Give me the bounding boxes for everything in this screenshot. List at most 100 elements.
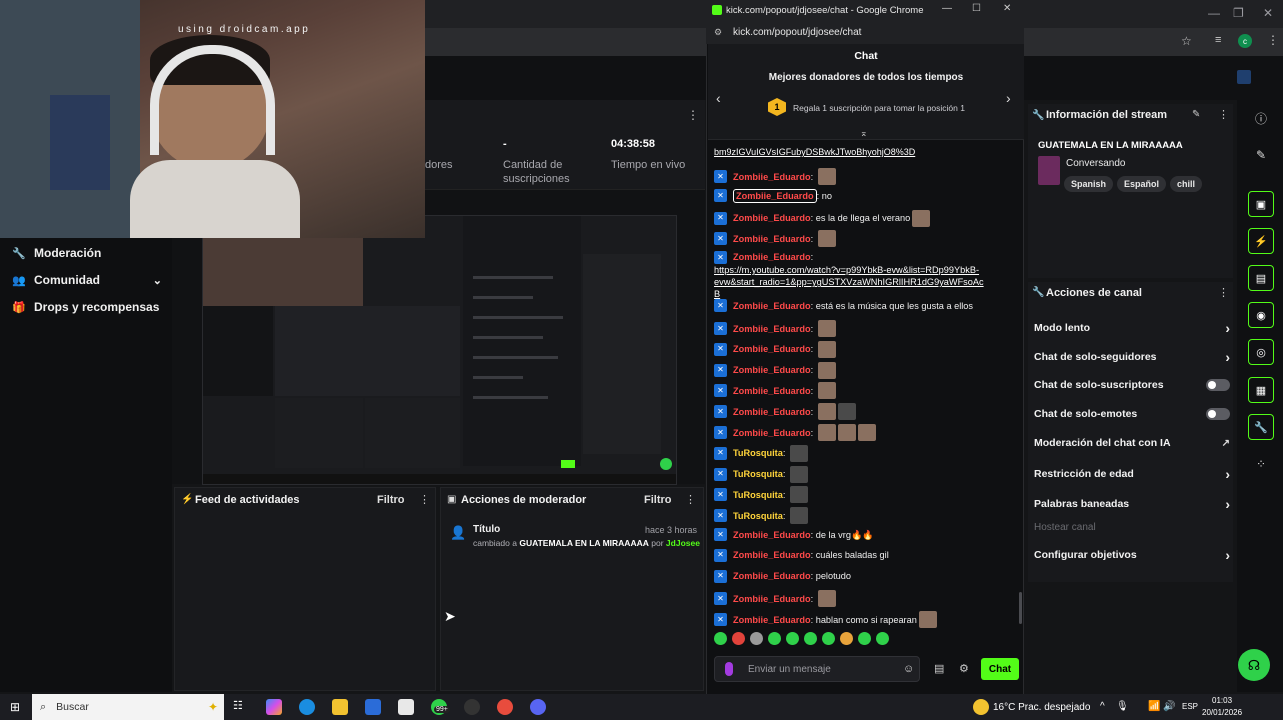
discord-icon[interactable] bbox=[530, 699, 546, 715]
chat-username[interactable]: Zombiie_Eduardo bbox=[733, 251, 811, 263]
emote-icon[interactable] bbox=[858, 632, 871, 645]
store-icon[interactable]: ▤ bbox=[934, 662, 944, 675]
chat-username[interactable]: Zombiie_Eduardo bbox=[733, 364, 811, 376]
chat-username[interactable]: Zombiie_Eduardo bbox=[733, 385, 811, 397]
filter-button[interactable]: Filtro bbox=[377, 494, 405, 506]
close-icon[interactable]: ✕ bbox=[1263, 6, 1273, 20]
emoji-icon[interactable]: ☺ bbox=[903, 663, 914, 675]
task-view-icon[interactable]: ☷ bbox=[233, 699, 249, 715]
restore-icon[interactable]: ❐ bbox=[1233, 6, 1244, 20]
emote-icon[interactable] bbox=[822, 632, 835, 645]
collapse-icon[interactable]: ⌅ bbox=[860, 128, 868, 139]
nav-item-drops[interactable]: 🎁 Drops y recompensas bbox=[12, 300, 159, 314]
tray-chevron-icon[interactable]: ^ bbox=[1100, 701, 1105, 712]
chevron-left-icon[interactable]: ‹ bbox=[716, 90, 721, 106]
chat-username[interactable]: Zombiie_Eduardo bbox=[733, 406, 811, 418]
chat-username[interactable]: Zombiie_Eduardo bbox=[733, 427, 811, 439]
minimize-icon[interactable]: — bbox=[1208, 6, 1220, 20]
emote-icon[interactable] bbox=[876, 632, 889, 645]
emote-icon[interactable] bbox=[768, 632, 781, 645]
toggle-switch[interactable] bbox=[1206, 408, 1230, 420]
wifi-icon[interactable]: 📶 bbox=[1148, 701, 1160, 712]
message-link[interactable]: bm9zIGVuIGVsIGFubyDSBwkJTwoBhyohjO8%3D bbox=[714, 146, 915, 158]
windows-start-icon[interactable]: ⊞ bbox=[10, 700, 20, 714]
emote-icon[interactable] bbox=[840, 632, 853, 645]
file-explorer-icon[interactable] bbox=[332, 699, 348, 715]
chat-send-button[interactable]: Chat bbox=[981, 658, 1019, 680]
apps-icon[interactable]: ⁘ bbox=[1248, 451, 1274, 477]
chat-username[interactable]: TuRosquita bbox=[733, 489, 783, 501]
tag[interactable]: Spanish bbox=[1064, 176, 1114, 192]
edge-icon[interactable] bbox=[299, 699, 315, 715]
chat-username[interactable]: Zombiie_Eduardo bbox=[733, 300, 811, 312]
profile-avatar-icon[interactable]: c bbox=[1238, 34, 1252, 48]
nav-item-community[interactable]: 👥 Comunidad ⌄ bbox=[12, 273, 162, 287]
chat-username[interactable]: Zombiie_Eduardo bbox=[733, 188, 817, 203]
action-ai-moderation[interactable]: Moderación del chat con IA ↗ bbox=[1034, 437, 1230, 449]
message-link[interactable]: https://m.youtube.com/watch?v=p99YbkB-ev… bbox=[714, 264, 984, 300]
chat-username[interactable]: Zombiie_Eduardo bbox=[733, 593, 811, 605]
action-configure-goals[interactable]: Configurar objetivos › bbox=[1034, 547, 1230, 563]
clock-date[interactable]: 20/01/2026 bbox=[1202, 708, 1242, 717]
mail-icon[interactable] bbox=[398, 699, 414, 715]
bookmark-star-icon[interactable]: ☆ bbox=[1181, 34, 1192, 48]
action-followers-only[interactable]: Chat de solo-seguidores › bbox=[1034, 349, 1230, 365]
minimize-icon[interactable]: — bbox=[942, 3, 952, 14]
nav-item-moderation[interactable]: 🔧 Moderación bbox=[12, 246, 101, 260]
chat-username[interactable]: TuRosquita bbox=[733, 510, 783, 522]
more-menu-icon[interactable]: ⋮ bbox=[1218, 286, 1229, 299]
url-text[interactable]: kick.com/popout/jdjosee/chat bbox=[733, 27, 861, 38]
chat-input[interactable]: Enviar un mensaje ☺ bbox=[714, 656, 920, 682]
layout-icon[interactable]: ▦ bbox=[1248, 377, 1274, 403]
emote-icon[interactable] bbox=[714, 632, 727, 645]
action-age-restriction[interactable]: Restricción de edad › bbox=[1034, 466, 1230, 482]
chat-username[interactable]: Zombiie_Eduardo bbox=[733, 529, 811, 541]
action-banned-words[interactable]: Palabras baneadas › bbox=[1034, 496, 1230, 512]
weather-text[interactable]: 16°C Prac. despejado bbox=[993, 702, 1090, 713]
store-icon[interactable] bbox=[365, 699, 381, 715]
chat-scrollbar[interactable] bbox=[1019, 592, 1022, 624]
more-menu-icon[interactable]: ⋮ bbox=[1218, 108, 1229, 121]
maximize-icon[interactable]: ☐ bbox=[972, 3, 981, 14]
chat-username[interactable]: Zombiie_Eduardo bbox=[733, 233, 811, 245]
tag[interactable]: Español bbox=[1117, 176, 1167, 192]
broadcast-icon[interactable]: ◎ bbox=[1248, 339, 1274, 365]
chat-username[interactable]: Zombiie_Eduardo bbox=[733, 212, 811, 224]
gear-icon[interactable]: ⚙ bbox=[959, 662, 969, 675]
more-menu-icon[interactable]: ⋮ bbox=[1267, 33, 1279, 47]
chat-username[interactable]: Zombiie_Eduardo bbox=[733, 323, 811, 335]
chrome-icon[interactable] bbox=[497, 699, 513, 715]
pencil-icon[interactable]: ✎ bbox=[1248, 142, 1274, 168]
emote-icon[interactable] bbox=[804, 632, 817, 645]
bolt-icon[interactable]: ⚡ bbox=[1248, 228, 1274, 254]
emote-icon[interactable] bbox=[786, 632, 799, 645]
github-icon[interactable] bbox=[464, 699, 480, 715]
action-emotes-only[interactable]: Chat de solo-emotes bbox=[1034, 408, 1230, 420]
more-menu-icon[interactable]: ⋮ bbox=[419, 493, 430, 506]
info-icon[interactable]: ⓘ bbox=[1248, 105, 1274, 131]
edit-icon[interactable]: ✎ bbox=[1192, 109, 1200, 120]
emote-icon[interactable] bbox=[750, 632, 763, 645]
mic-icon[interactable] bbox=[725, 662, 733, 676]
tray-mic-icon[interactable]: 🎙 bbox=[1116, 701, 1129, 712]
site-settings-icon[interactable]: ⚙ bbox=[714, 27, 722, 38]
clip-icon[interactable]: ▣ bbox=[1248, 191, 1274, 217]
media-icon[interactable]: ≡ bbox=[1215, 34, 1221, 46]
language-indicator[interactable]: ESP bbox=[1182, 702, 1198, 711]
help-headset-icon[interactable]: ☊ bbox=[1238, 649, 1270, 681]
chat-username[interactable]: TuRosquita bbox=[733, 447, 783, 459]
clock-time[interactable]: 01:03 bbox=[1212, 696, 1232, 705]
document-icon[interactable]: ▤ bbox=[1248, 265, 1274, 291]
emote-icon[interactable] bbox=[732, 632, 745, 645]
tag[interactable]: chill bbox=[1170, 176, 1203, 192]
mod-entry-user[interactable]: JdJosee bbox=[666, 538, 700, 548]
wrench-icon[interactable]: 🔧 bbox=[1248, 414, 1274, 440]
chat-username[interactable]: Zombiie_Eduardo bbox=[733, 549, 811, 561]
chat-username[interactable]: Zombiie_Eduardo bbox=[733, 570, 811, 582]
chevron-right-icon[interactable]: › bbox=[1006, 90, 1011, 106]
chat-username[interactable]: TuRosquita bbox=[733, 468, 783, 480]
volume-icon[interactable]: 🔊 bbox=[1163, 701, 1175, 712]
chat-username[interactable]: Zombiie_Eduardo bbox=[733, 614, 811, 626]
stats-more-icon[interactable]: ⋮ bbox=[687, 108, 699, 122]
toggle-switch[interactable] bbox=[1206, 379, 1230, 391]
